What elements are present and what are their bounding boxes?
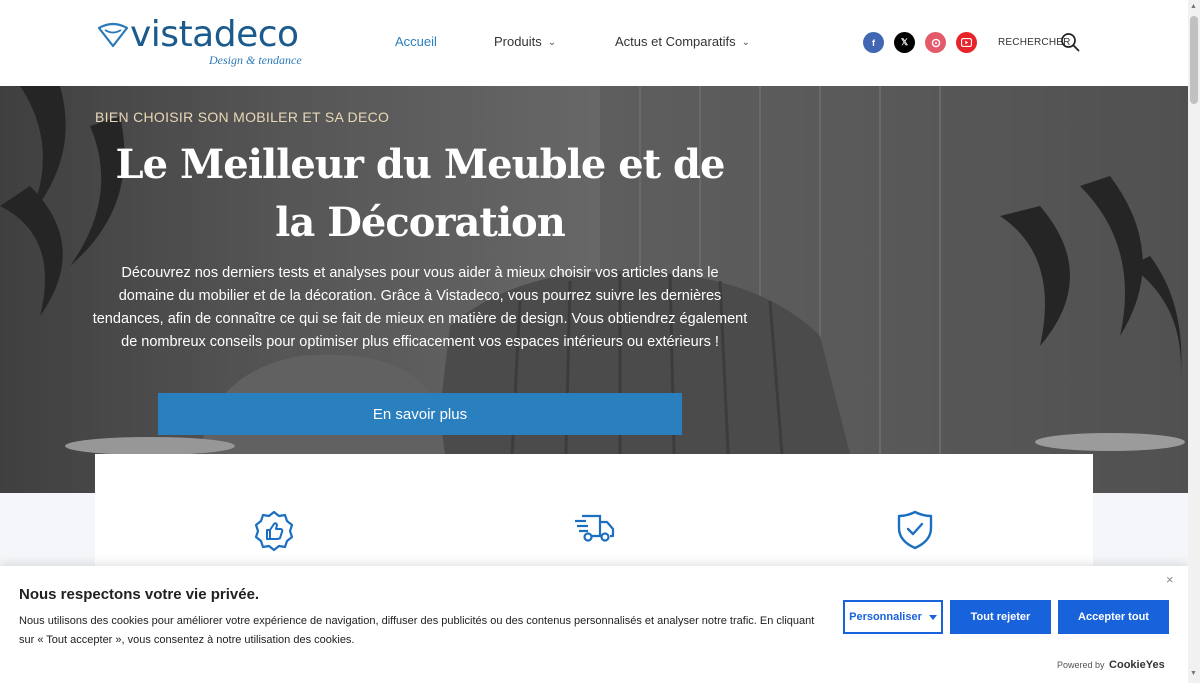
reject-all-button[interactable]: Tout rejeter <box>950 600 1051 634</box>
hero-section: BIEN CHOISIR SON MOBILER ET SA DECO Le M… <box>0 86 1188 493</box>
nav-item-produits[interactable]: Produits ⌄ <box>494 34 556 49</box>
page-scrollbar[interactable]: ▲ ▼ <box>1188 0 1200 683</box>
hero-title: Le Meilleur du Meuble et de la Décoratio… <box>115 141 726 246</box>
features-card <box>95 454 1093 584</box>
shield-check-icon <box>897 510 933 555</box>
nav-item-accueil[interactable]: Accueil <box>395 34 437 49</box>
powered-by-label: Powered by <box>1057 660 1105 670</box>
caret-down-icon <box>928 614 937 620</box>
thumbs-up-badge-icon <box>253 510 295 557</box>
search-icon[interactable] <box>1060 32 1080 57</box>
nav-item-label: Accueil <box>395 34 437 49</box>
cookie-text: Nous utilisons des cookies pour améliore… <box>19 615 815 646</box>
chevron-down-icon: ⌄ <box>547 37 557 48</box>
x-icon[interactable]: 𝕏 <box>894 32 915 53</box>
learn-more-button[interactable]: En savoir plus <box>158 393 682 435</box>
logo-tagline: Design & tendance <box>209 53 302 67</box>
hero-eyebrow: BIEN CHOISIR SON MOBILER ET SA DECO <box>95 109 390 125</box>
chevron-down-icon: ⌄ <box>741 37 751 48</box>
facebook-icon[interactable]: f <box>863 32 884 53</box>
nav-item-label: Actus et Comparatifs <box>615 34 736 49</box>
logo-mark-icon <box>97 22 129 48</box>
hero-description: Découvrez nos derniers tests et analyses… <box>92 265 748 350</box>
site-logo[interactable]: vistadeco Design & tendance <box>96 14 306 68</box>
pinterest-icon[interactable] <box>925 32 946 53</box>
cookie-banner: × Nous respectons votre vie privée. Nous… <box>0 566 1188 683</box>
close-icon[interactable]: × <box>1166 572 1174 587</box>
cookieyes-brand: CookieYes <box>1109 659 1165 671</box>
powered-by[interactable]: Powered by CookieYes <box>1057 659 1165 671</box>
customize-button[interactable]: Personnaliser <box>843 600 943 634</box>
scroll-up-icon[interactable]: ▲ <box>1190 3 1197 10</box>
scroll-thumb[interactable] <box>1190 16 1198 104</box>
nav-item-actus[interactable]: Actus et Comparatifs ⌄ <box>615 34 750 49</box>
scroll-down-icon[interactable]: ▼ <box>1190 670 1197 677</box>
youtube-icon[interactable] <box>956 32 977 53</box>
nav-item-label: Produits <box>494 34 542 49</box>
logo-name: vistadeco <box>130 14 299 55</box>
delivery-truck-icon <box>574 510 616 551</box>
cookie-title: Nous respectons votre vie privée. <box>19 586 260 603</box>
site-header: vistadeco Design & tendance Accueil Prod… <box>0 0 1188 86</box>
accept-all-button[interactable]: Accepter tout <box>1058 600 1169 634</box>
customize-label: Personnaliser <box>849 611 922 623</box>
